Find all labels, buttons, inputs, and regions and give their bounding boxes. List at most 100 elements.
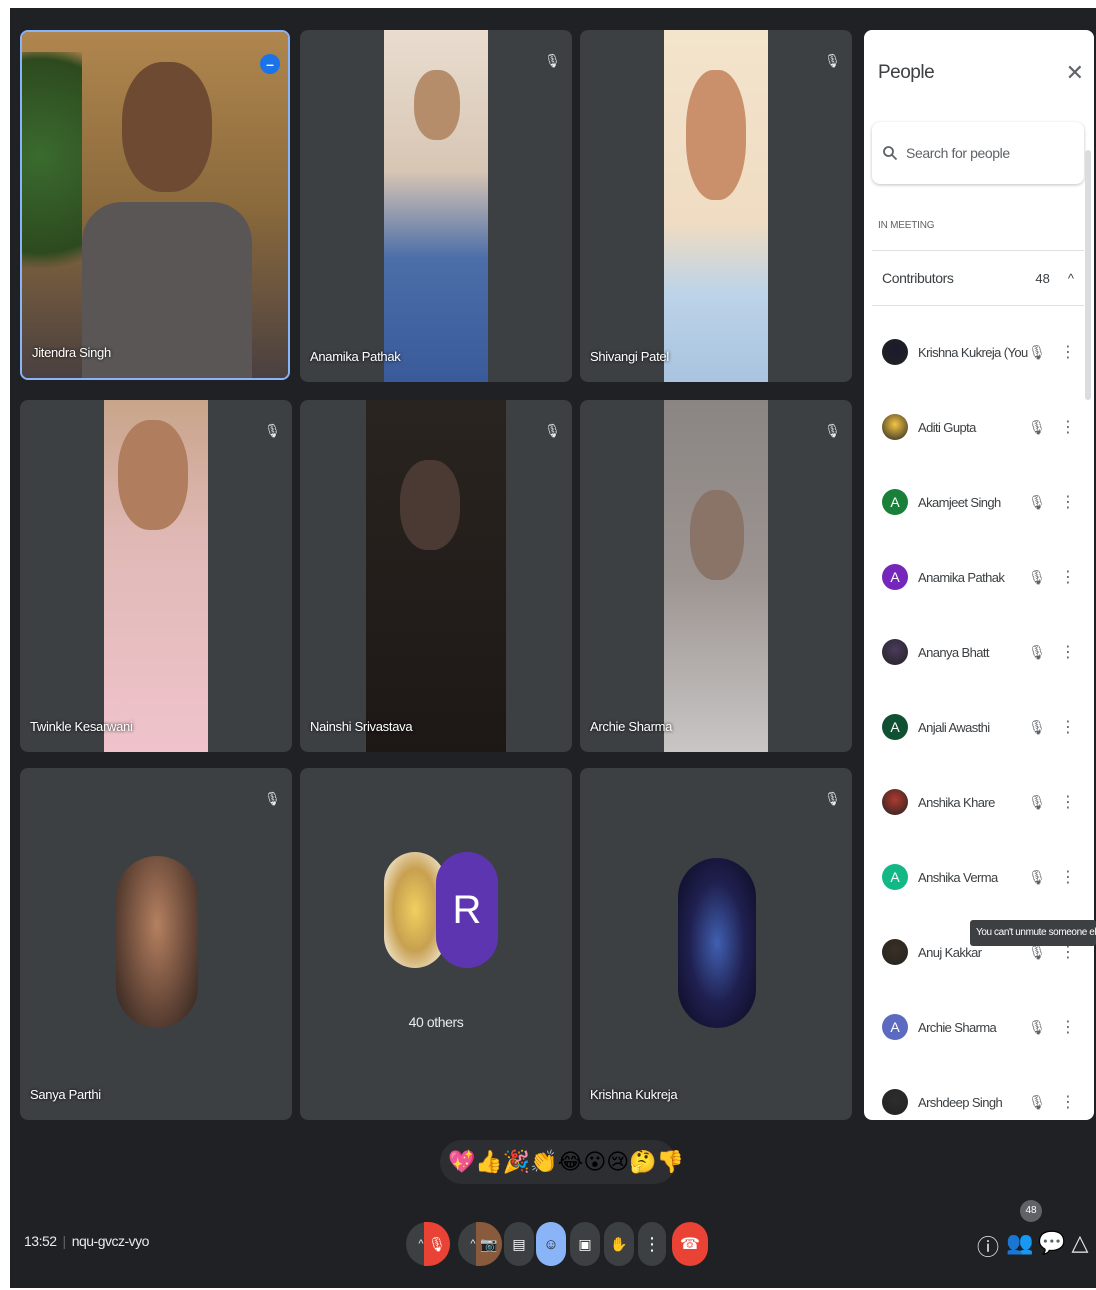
captions-button[interactable]: ▤ (504, 1222, 534, 1266)
meeting-window: – Jitendra Singh 🎙 Anamika Pathak 🎙 Shiv… (10, 8, 1096, 1288)
participant-tile[interactable]: 🎙 Twinkle Kesarwani (20, 400, 292, 752)
leave-call-button[interactable]: ☎ (672, 1222, 708, 1266)
reaction-button[interactable]: 🤔 (629, 1149, 656, 1175)
participant-face (414, 70, 460, 140)
people-list-item[interactable]: A Anjali Awasthi 🎙 ⋮ (872, 697, 1084, 757)
participant-face (118, 420, 188, 530)
mic-off-icon[interactable]: 🎙 (1028, 419, 1046, 436)
avatar: A (882, 489, 908, 515)
reaction-button[interactable]: 💖 (448, 1149, 475, 1175)
participant-name: Archie Sharma (590, 719, 673, 734)
participant-tile[interactable]: 🎙 Anamika Pathak (300, 30, 572, 382)
raise-hand-button[interactable]: ✋ (604, 1222, 634, 1266)
person-name: Anuj Kakkar (918, 944, 982, 960)
reaction-button[interactable]: 😂 (558, 1149, 584, 1175)
more-options-button[interactable]: ⋮ (638, 1222, 666, 1266)
people-list-item[interactable]: Krishna Kukreja (You) 🎙 ⋮ (872, 322, 1084, 382)
more-vert-icon[interactable]: ⋮ (1060, 642, 1076, 662)
hand-icon: ✋ (610, 1235, 628, 1252)
avatar (882, 1089, 908, 1115)
mic-off-icon[interactable]: 🎙 (1028, 644, 1046, 661)
group-label: Contributors (882, 270, 954, 286)
mic-off-icon[interactable]: 🎙 (1028, 1094, 1046, 1111)
participant-face (690, 490, 744, 580)
mic-off-icon[interactable]: 🎙 (1028, 344, 1046, 361)
people-list-item[interactable]: A Anamika Pathak 🎙 ⋮ (872, 547, 1084, 607)
person-name: Anamika Pathak (918, 569, 1005, 585)
contributors-group[interactable]: Contributors 48 ^ (872, 250, 1084, 306)
emoji-button[interactable]: ☺ (536, 1222, 566, 1266)
camera-options-button[interactable]: ^ 📷 (458, 1222, 502, 1266)
participant-tile[interactable]: 🎙 Sanya Parthi (20, 768, 292, 1120)
people-panel: People ✕ Search for people IN MEETING Co… (864, 30, 1094, 1120)
people-icon[interactable]: 👥 (1006, 1230, 1033, 1256)
avatar: A (882, 714, 908, 740)
close-icon[interactable]: ✕ (1066, 60, 1084, 86)
mic-off-icon[interactable]: 🎙 (1028, 1019, 1046, 1036)
people-list-item[interactable]: Arshdeep Singh 🎙 ⋮ (872, 1072, 1084, 1120)
reaction-button[interactable]: 👍 (475, 1149, 502, 1175)
participant-tile[interactable]: 🎙 Shivangi Patel (580, 30, 852, 382)
search-input[interactable]: Search for people (872, 122, 1084, 184)
more-vert-icon: ⋮ (643, 1233, 661, 1254)
mic-off-icon: 🎙 (264, 791, 281, 806)
mic-off-icon[interactable]: 🎙 (1028, 719, 1046, 736)
participant-avatar (116, 856, 198, 1028)
meeting-info: 13:52 | nqu-gvcz-vyo (24, 1233, 149, 1249)
more-vert-icon[interactable]: ⋮ (1060, 492, 1076, 512)
mic-off-icon[interactable]: 🎙 (1028, 944, 1046, 961)
plant-decoration (22, 52, 82, 312)
more-vert-icon[interactable]: ⋮ (1060, 1017, 1076, 1037)
participant-tile[interactable]: 🎙 Archie Sharma (580, 400, 852, 752)
scrollbar[interactable] (1085, 150, 1091, 400)
present-icon: ▣ (578, 1235, 592, 1252)
participant-face (686, 70, 746, 200)
more-options-icon[interactable]: – (260, 54, 280, 74)
people-list-item[interactable]: A Anshika Verma 🎙 ⋮ (872, 847, 1084, 907)
participant-tile[interactable]: 🎙 Krishna Kukreja (580, 768, 852, 1120)
people-list-item[interactable]: A Akamjeet Singh 🎙 ⋮ (872, 472, 1084, 532)
participant-video (366, 400, 506, 752)
more-vert-icon[interactable]: ⋮ (1060, 567, 1076, 587)
participant-face (400, 460, 460, 550)
reaction-button[interactable]: 👏 (530, 1149, 557, 1175)
participant-tile[interactable]: – Jitendra Singh (20, 30, 290, 380)
present-button[interactable]: ▣ (570, 1222, 600, 1266)
reaction-button[interactable]: 👎 (657, 1149, 684, 1175)
emoji-icon: ☺ (543, 1235, 559, 1253)
reaction-button[interactable]: 🎉 (503, 1149, 530, 1175)
reaction-button[interactable]: 😮 (583, 1149, 606, 1175)
search-placeholder: Search for people (906, 145, 1010, 161)
info-icon[interactable]: ⓘ (976, 1230, 1000, 1262)
more-vert-icon[interactable]: ⋮ (1060, 792, 1076, 812)
participant-face (122, 62, 212, 192)
group-count: 48 (1035, 270, 1050, 286)
mic-off-icon[interactable]: 🎙 (1028, 794, 1046, 811)
more-vert-icon[interactable]: ⋮ (1060, 417, 1076, 437)
more-vert-icon[interactable]: ⋮ (1060, 342, 1076, 362)
people-list-item[interactable]: Aditi Gupta 🎙 ⋮ (872, 397, 1084, 457)
activities-icon[interactable]: △ (1068, 1230, 1092, 1256)
more-vert-icon[interactable]: ⋮ (1060, 867, 1076, 887)
chevron-up-icon[interactable]: ^ (1068, 271, 1074, 286)
mic-off-icon[interactable]: 🎙 (1028, 494, 1046, 511)
chevron-up-icon: ^ (418, 1238, 424, 1250)
people-list-item[interactable]: Ananya Bhatt 🎙 ⋮ (872, 622, 1084, 682)
mic-off-icon: 🎙 (544, 423, 561, 438)
mic-off-icon[interactable]: 🎙 (1028, 569, 1046, 586)
people-list-item[interactable]: Anshika Khare 🎙 ⋮ (872, 772, 1084, 832)
reaction-button[interactable]: 😢 (606, 1149, 629, 1175)
person-name: Anshika Verma (918, 869, 998, 885)
people-list-item[interactable]: A Archie Sharma 🎙 ⋮ (872, 997, 1084, 1057)
mic-off-icon: 🎙 (824, 791, 841, 806)
participant-tile[interactable]: 🎙 Nainshi Srivastava (300, 400, 572, 752)
others-tile[interactable]: R 40 others (300, 768, 572, 1120)
mic-options-button[interactable]: ^ 🎙 (406, 1222, 450, 1266)
chat-icon[interactable]: 💬 (1038, 1230, 1065, 1256)
avatar: A (882, 1014, 908, 1040)
meeting-time: 13:52 (24, 1233, 57, 1249)
mic-off-icon[interactable]: 🎙 (1028, 869, 1046, 886)
more-vert-icon[interactable]: ⋮ (1060, 717, 1076, 737)
more-vert-icon[interactable]: ⋮ (1060, 1092, 1076, 1112)
avatar (882, 639, 908, 665)
